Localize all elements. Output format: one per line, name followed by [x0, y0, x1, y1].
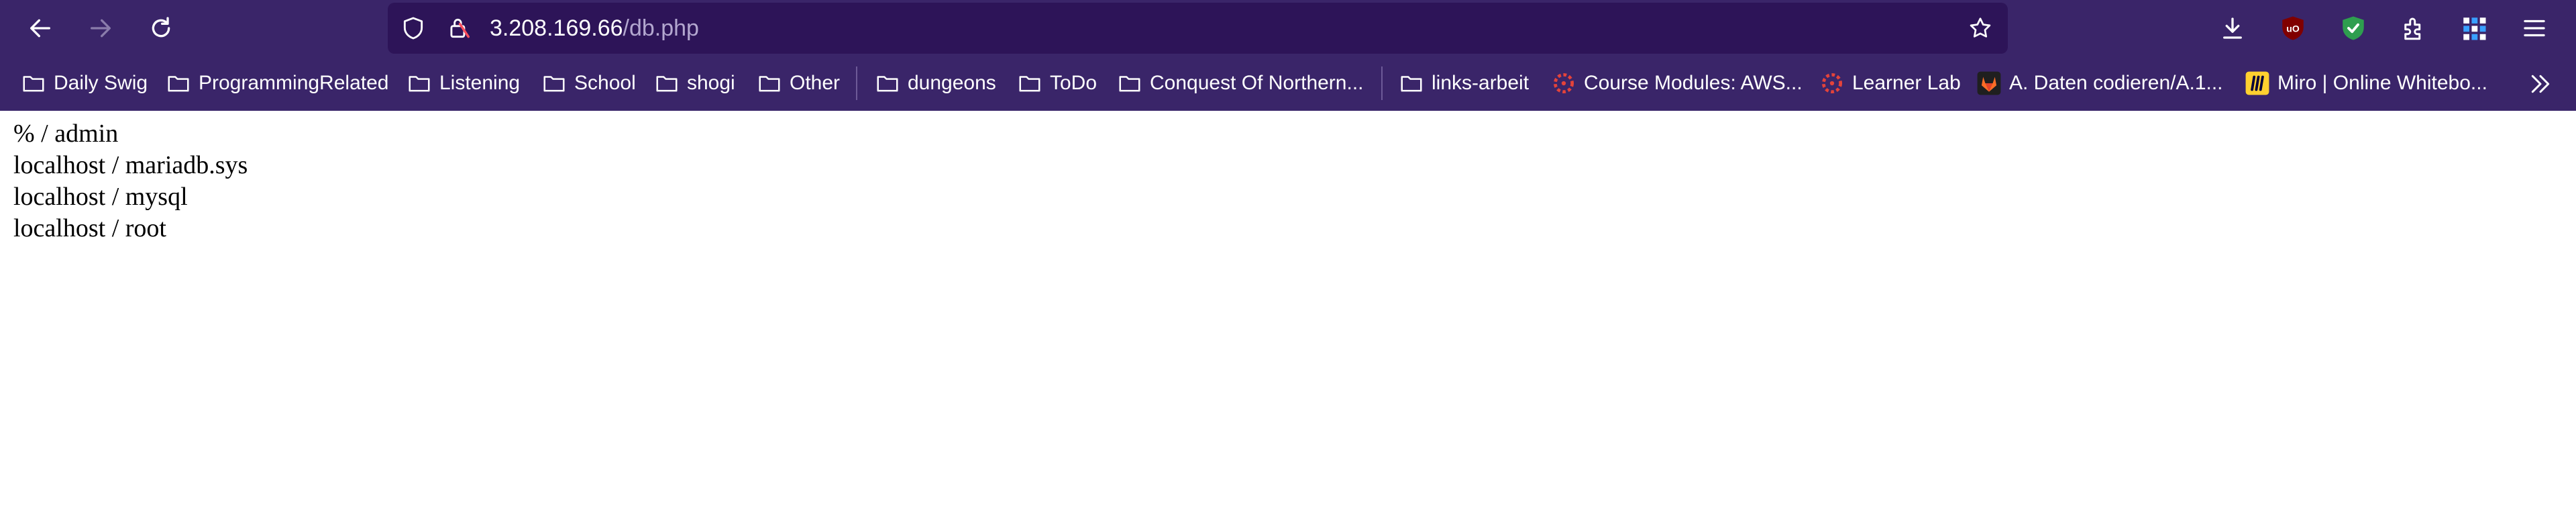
db-user-line: localhost / mariadb.sys [13, 151, 248, 179]
bookmark-daily-swig[interactable]: Daily Swig [20, 56, 148, 111]
svg-text:uO: uO [2286, 23, 2300, 34]
folder-icon [874, 70, 901, 97]
bookmark-label: A. Daten codieren/A.1... [2009, 72, 2223, 94]
folder-icon [406, 70, 433, 97]
folder-icon [1116, 70, 1143, 97]
tracking-protection-icon[interactable] [400, 15, 427, 42]
folder-icon [756, 70, 783, 97]
bookmark-label: Course Modules: AWS... [1584, 72, 1803, 94]
insecure-lock-icon[interactable] [445, 15, 472, 42]
bookmark-course-modules-aws[interactable]: Course Modules: AWS... [1550, 56, 1803, 111]
bookmark-conquest-of-northern[interactable]: Conquest Of Northern... [1116, 56, 1364, 111]
privacy-badger-button[interactable] [2333, 8, 2373, 48]
bookmark-label: dungeons [908, 72, 996, 94]
reload-button[interactable] [141, 8, 181, 48]
bookmark-listening[interactable]: Listening [406, 56, 520, 111]
puzzle-piece-icon [2404, 17, 2421, 40]
bookmarks-separator [1381, 66, 1383, 100]
url-path: /db.php [623, 15, 699, 41]
db-user-line: localhost / mysql [13, 183, 188, 211]
bookmarks-toolbar: Daily Swig ProgrammingRelated Listening … [0, 56, 2576, 111]
bookmark-label: Learner Lab [1852, 72, 1961, 94]
url-host: 3.208.169.66 [490, 15, 623, 41]
bookmark-dungeons[interactable]: dungeons [874, 56, 996, 111]
bookmark-learner-lab[interactable]: Learner Lab [1819, 56, 1961, 111]
miro-icon [2244, 70, 2271, 97]
url-text[interactable]: 3.208.169.66/db.php [490, 3, 699, 54]
app-menu-button[interactable] [2514, 8, 2555, 48]
db-user-line: % / admin [13, 120, 119, 148]
grid-extension-button[interactable] [2454, 8, 2494, 48]
hamburger-menu-icon [2524, 19, 2545, 37]
ublock-origin-button[interactable]: uO [2273, 8, 2313, 48]
downloads-button[interactable] [2212, 8, 2253, 48]
download-icon [2223, 17, 2242, 39]
bookmark-label: Daily Swig [54, 72, 148, 94]
extensions-button[interactable] [2394, 8, 2434, 48]
bookmarks-overflow-button[interactable] [2524, 69, 2557, 99]
bookmark-school[interactable]: School [541, 56, 636, 111]
bookmarks-separator [856, 66, 857, 100]
folder-icon [165, 70, 192, 97]
bookmark-star-icon[interactable] [1967, 15, 1994, 42]
bookmark-shogi[interactable]: shogi [653, 56, 735, 111]
arrow-left-icon [30, 19, 51, 38]
folder-icon [1398, 70, 1425, 97]
chevron-double-right-icon [2531, 75, 2550, 93]
bookmark-other[interactable]: Other [756, 56, 840, 111]
bookmark-programmingrelated[interactable]: ProgrammingRelated [165, 56, 388, 111]
browser-toolbar: 3.208.169.66/db.php uO [0, 0, 2576, 56]
ublock-origin-icon: uO [2282, 16, 2304, 40]
folder-icon [1016, 70, 1043, 97]
canvas-icon [1819, 70, 1845, 97]
db-user-line: localhost / root [13, 214, 166, 242]
bookmark-label: Conquest Of Northern... [1150, 72, 1364, 94]
arrow-right-icon [91, 19, 111, 38]
canvas-icon [1550, 70, 1577, 97]
bookmark-label: ToDo [1050, 72, 1097, 94]
bookmark-links-arbeit[interactable]: links-arbeit [1398, 56, 1529, 111]
folder-icon [653, 70, 680, 97]
page-content: % / admin localhost / mariadb.sys localh… [13, 118, 248, 244]
bookmark-label: ProgrammingRelated [199, 72, 389, 94]
bookmark-todo[interactable]: ToDo [1016, 56, 1097, 111]
bookmark-label: Listening [439, 72, 521, 94]
green-shield-check-icon [2343, 16, 2364, 40]
folder-icon [20, 70, 47, 97]
back-button[interactable] [20, 8, 60, 48]
gitlab-icon [1976, 70, 2002, 97]
bookmark-label: links-arbeit [1432, 72, 1529, 94]
bookmark-label: Other [790, 72, 841, 94]
folder-icon [541, 70, 568, 97]
bookmark-label: Miro | Online Whitebo... [2277, 72, 2487, 94]
bookmark-miro[interactable]: Miro | Online Whitebo... [2244, 56, 2487, 111]
bookmark-daten-codieren[interactable]: A. Daten codieren/A.1... [1976, 56, 2223, 111]
reload-icon [152, 17, 170, 38]
color-grid-icon [2463, 17, 2486, 40]
address-bar[interactable]: 3.208.169.66/db.php [388, 3, 2008, 54]
forward-button[interactable] [80, 8, 121, 48]
bookmark-label: School [574, 72, 636, 94]
bookmark-label: shogi [687, 72, 735, 94]
